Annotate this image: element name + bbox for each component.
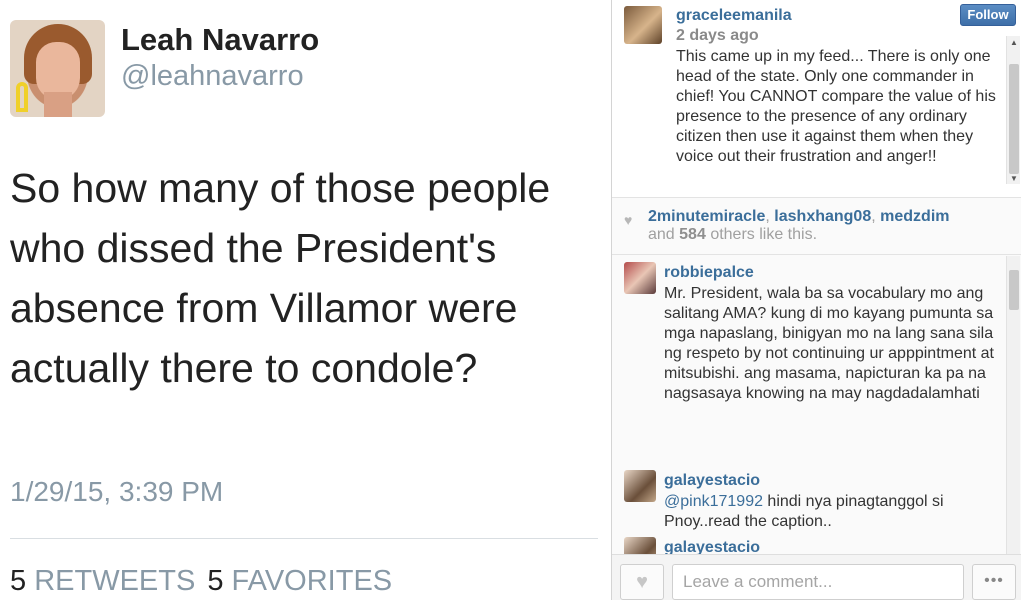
likes-separator: , [871, 208, 876, 225]
author-name[interactable]: Leah Navarro [121, 22, 319, 58]
comment-text: Mr. President, wala ba sa vocabulary mo … [664, 285, 994, 402]
likes-separator: , [765, 208, 770, 225]
caption-scrollbar[interactable]: ▲ ▼ [1006, 36, 1020, 184]
caption-block: graceleemanila 2 days ago This came up i… [612, 0, 1021, 198]
comment-mention[interactable]: @pink171992 [664, 493, 763, 510]
likes-others-count[interactable]: 584 [679, 226, 706, 243]
ellipsis-icon[interactable]: ••• [972, 564, 1016, 600]
comment-username[interactable]: galayestacio [664, 472, 760, 490]
retweets-count: 5 [10, 565, 27, 597]
scrollbar-thumb[interactable] [1009, 270, 1019, 310]
avatar-neck [44, 92, 72, 117]
caption-username[interactable]: graceleemanila [676, 7, 792, 25]
heart-icon: ♥ [636, 571, 648, 593]
tweet-text: So how many of those people who dissed t… [10, 165, 551, 391]
comment-input[interactable] [672, 564, 964, 600]
like-user[interactable]: 2minutemiracle [648, 208, 765, 225]
heart-icon: ♥ [624, 212, 633, 228]
author-handle[interactable]: @leahnavarro [121, 60, 304, 93]
commenter-avatar[interactable] [624, 470, 656, 502]
comment-username[interactable]: galayestacio [664, 539, 760, 554]
yellow-ribbon-icon [16, 82, 28, 112]
like-button[interactable]: ♥ [620, 564, 664, 600]
commenter-avatar[interactable] [624, 262, 656, 294]
comments-list: robbiepalce Mr. President, wala ba sa vo… [612, 256, 1021, 554]
likes-others-suffix: others like this. [710, 226, 818, 243]
likes-and: and [648, 226, 675, 243]
caption-text: This came up in my feed... There is only… [676, 48, 996, 165]
comment-username[interactable]: robbiepalce [664, 264, 754, 282]
tweet-stats: 5 RETWEETS 5 FAVORITES [10, 565, 392, 598]
scrollbar-thumb[interactable] [1009, 64, 1019, 174]
like-user[interactable]: lashxhang08 [774, 208, 871, 225]
author-avatar[interactable] [10, 20, 105, 117]
retweets-stat[interactable]: 5 RETWEETS [10, 565, 195, 597]
comment-text: @pink171992 hindi nya pinagtanggol si Pn… [664, 492, 994, 532]
scroll-up-arrow-icon[interactable]: ▲ [1007, 38, 1021, 48]
comments-scrollbar[interactable] [1006, 256, 1020, 554]
commenter-avatar[interactable] [624, 537, 656, 554]
caption-avatar[interactable] [624, 6, 662, 44]
caption-time: 2 days ago [676, 27, 759, 44]
follow-button[interactable]: Follow [960, 4, 1016, 26]
favorites-label: FAVORITES [231, 565, 393, 597]
tweet-timestamp[interactable]: 1/29/15, 3:39 PM [10, 476, 223, 508]
like-user[interactable]: medzdim [880, 208, 949, 225]
divider [10, 538, 598, 539]
instagram-panel: graceleemanila 2 days ago This came up i… [611, 0, 1021, 600]
likes-text: 2minutemiracle, lashxhang08, medzdim and… [648, 208, 1018, 244]
favorites-count: 5 [207, 565, 224, 597]
favorites-stat[interactable]: 5 FAVORITES [207, 565, 392, 597]
tweet-card: Leah Navarro @leahnavarro So how many of… [0, 0, 611, 600]
comment-footer: ♥ ••• [612, 554, 1021, 600]
retweets-label: RETWEETS [34, 565, 196, 597]
scroll-down-arrow-icon[interactable]: ▼ [1007, 174, 1021, 184]
likes-bar: ♥ 2minutemiracle, lashxhang08, medzdim a… [612, 199, 1021, 255]
